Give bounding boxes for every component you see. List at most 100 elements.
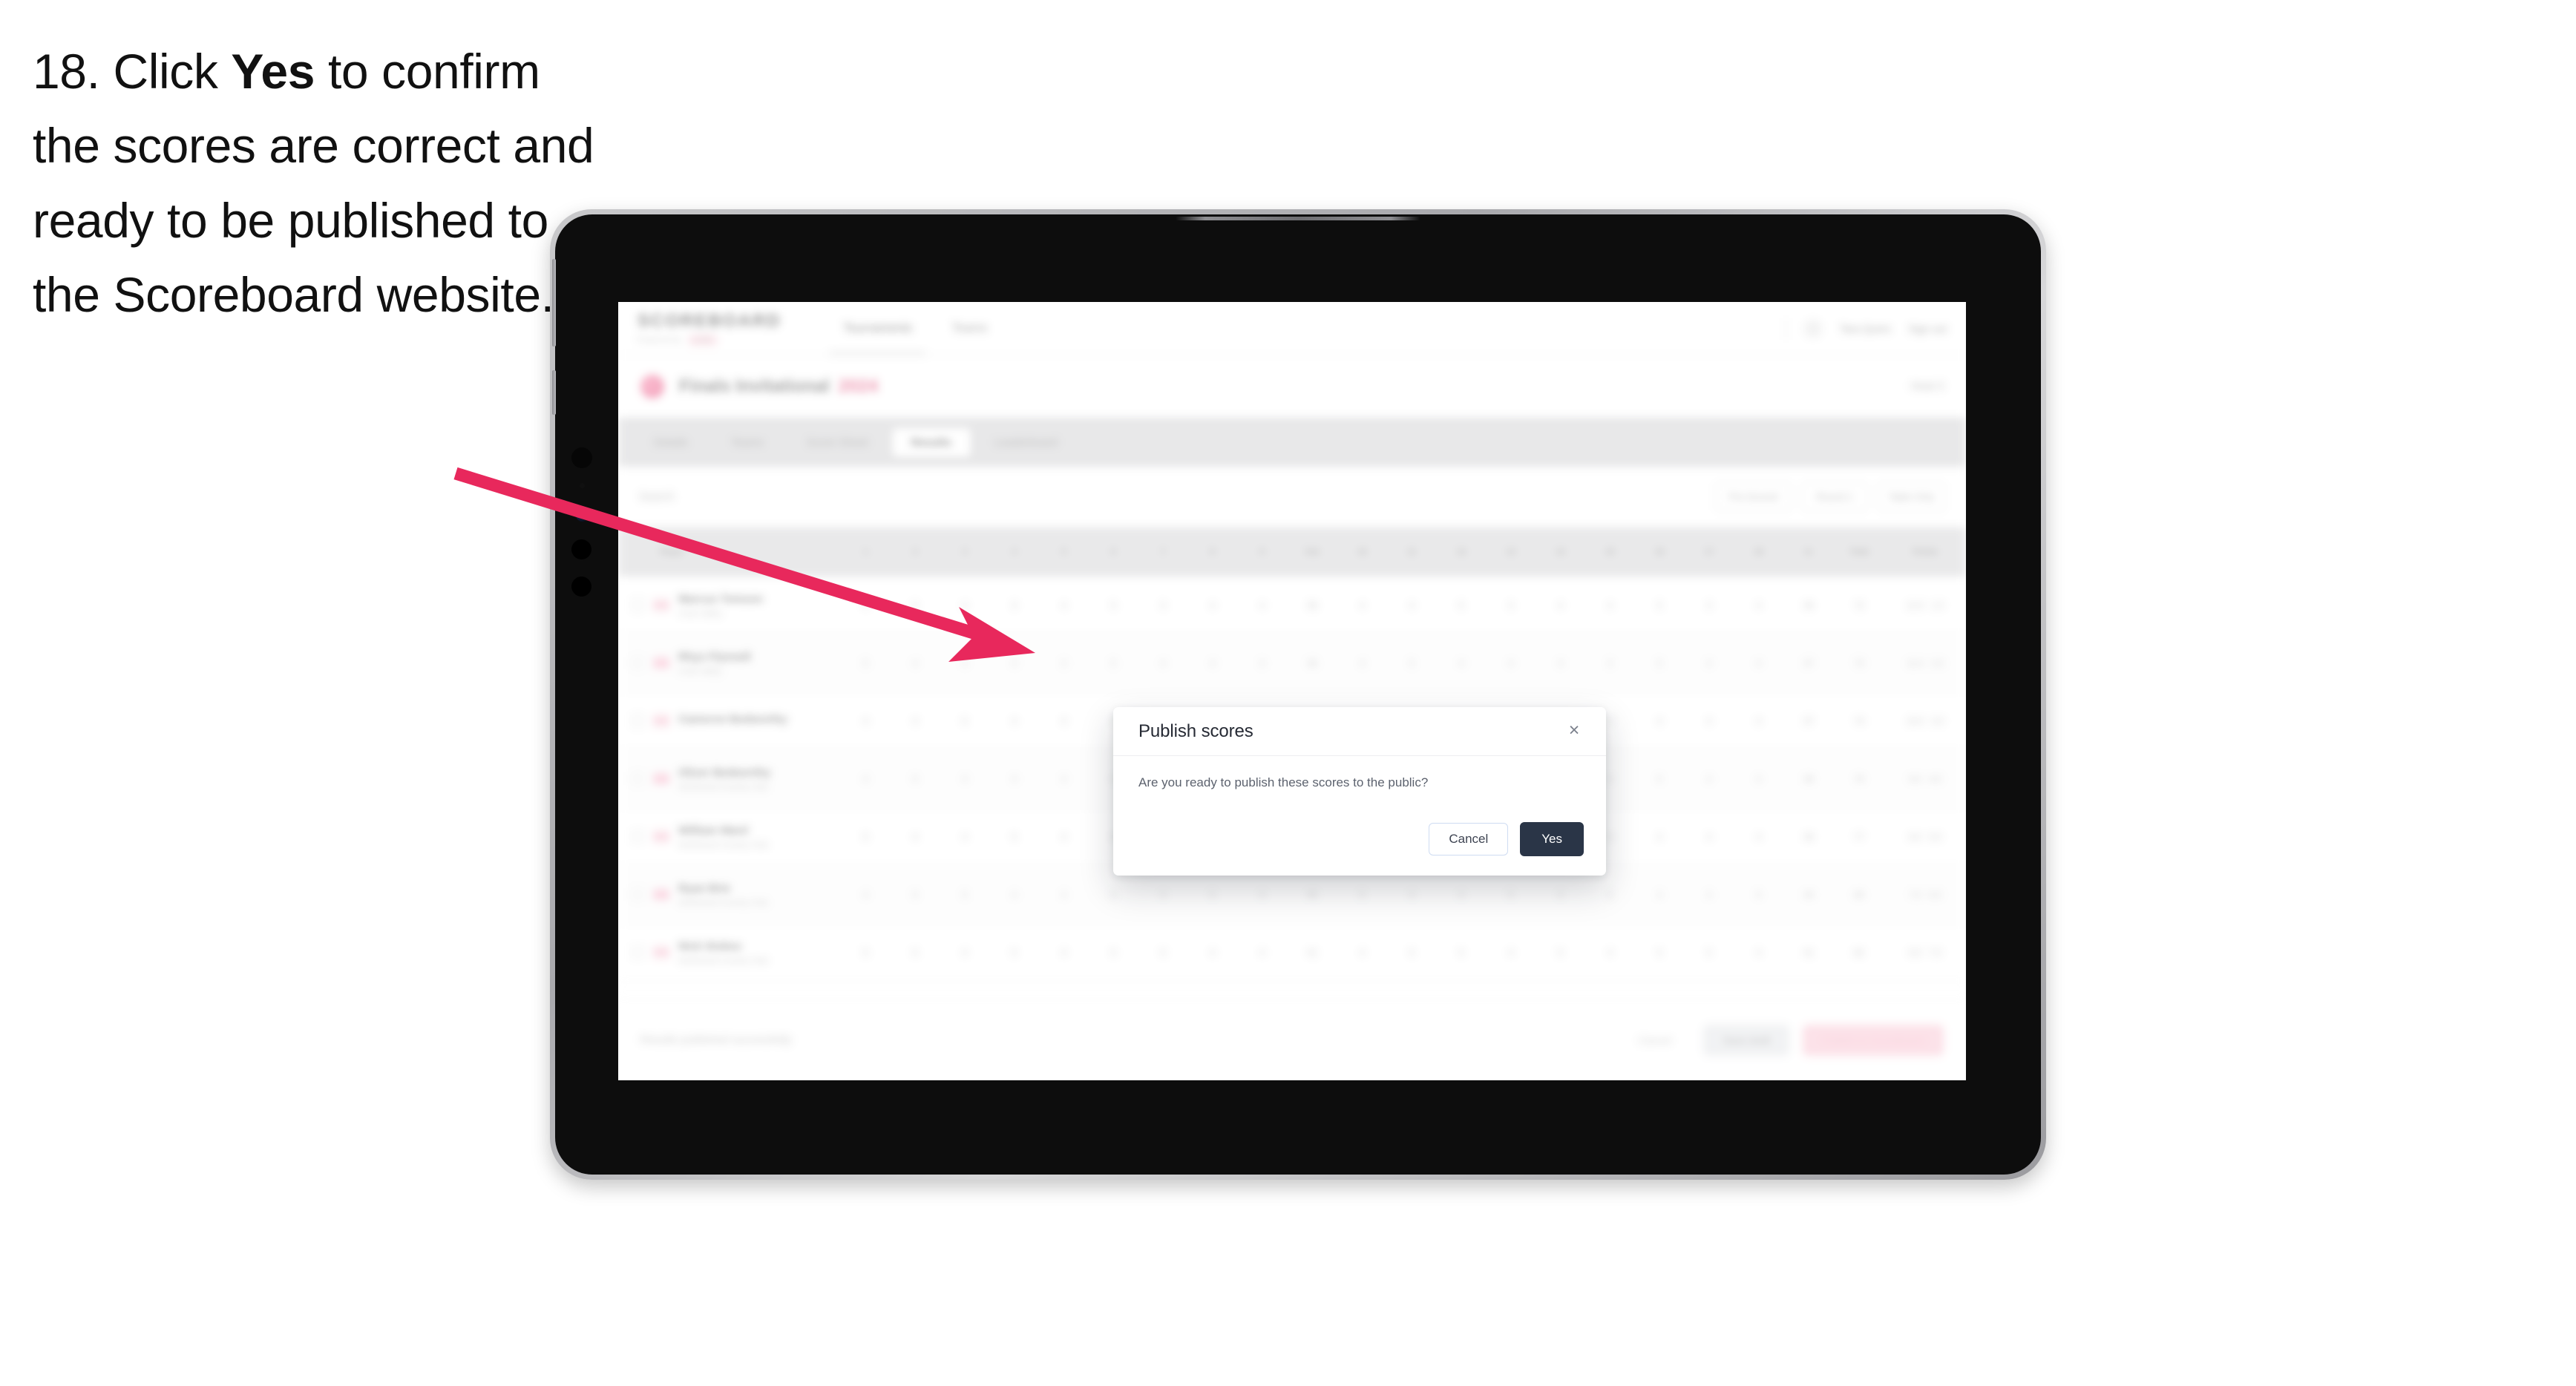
score-cell-h17[interactable]: 4 <box>1685 658 1734 669</box>
row-checkbox[interactable] <box>632 772 644 785</box>
score-cell-h12[interactable]: 4 <box>1437 890 1487 900</box>
score-cell-h10[interactable]: 5 <box>1337 890 1387 900</box>
close-icon[interactable]: × <box>1564 721 1584 740</box>
score-cell-h9[interactable]: 4 <box>1237 600 1287 611</box>
score-cell-h17[interactable]: 4 <box>1685 774 1734 784</box>
score-cell-in[interactable]: 41 <box>1783 947 1834 958</box>
filter-table-only[interactable]: Table Only <box>1877 482 1945 511</box>
points-cell[interactable]: 12.0 1.0 <box>1884 600 1966 611</box>
score-cell-h6[interactable]: 5 <box>1089 658 1138 669</box>
row-checkbox[interactable] <box>632 946 644 959</box>
score-cell-h8[interactable]: 5 <box>1187 890 1237 900</box>
filter-round[interactable]: Round 1 <box>1802 482 1867 511</box>
score-cell-out[interactable]: 36 <box>1287 600 1337 611</box>
score-cell-h4[interactable]: 5 <box>989 832 1039 842</box>
score-cell-h12[interactable]: 4 <box>1437 658 1487 669</box>
score-cell-h7[interactable]: 5 <box>1138 947 1188 958</box>
score-cell-h2[interactable]: 5 <box>891 890 940 900</box>
score-cell-total[interactable]: 77 <box>1834 832 1884 842</box>
score-cell-h16[interactable]: 4 <box>1635 716 1685 726</box>
score-cell-h10[interactable]: 4 <box>1337 600 1387 611</box>
score-cell-total[interactable]: 80 <box>1834 890 1884 900</box>
score-cell-h8[interactable]: 4 <box>1187 658 1237 669</box>
score-cell-h15[interactable]: 3 <box>1585 658 1635 669</box>
row-checkbox[interactable] <box>632 657 644 669</box>
score-cell-h9[interactable]: 3 <box>1237 658 1287 669</box>
score-cell-h17[interactable]: 4 <box>1685 890 1734 900</box>
score-cell-total[interactable]: 73 <box>1834 658 1884 669</box>
footer-save-draft-button[interactable]: Save draft <box>1703 1024 1790 1056</box>
score-cell-h14[interactable]: 4 <box>1536 658 1585 669</box>
score-cell-h3[interactable]: 4 <box>940 832 990 842</box>
filter-pre-scored[interactable]: Pre-Scored <box>1714 482 1792 511</box>
score-cell-total[interactable]: 72 <box>1834 600 1884 611</box>
row-checkbox[interactable] <box>632 888 644 901</box>
score-cell-h17[interactable]: 4 <box>1685 832 1734 842</box>
table-row[interactable]: Nick Stokes Northwood Country Club 5 5 4 5 4 5 5… <box>618 924 1966 982</box>
score-cell-h16[interactable]: 5 <box>1635 947 1685 958</box>
score-cell-h3[interactable]: 4 <box>940 600 990 611</box>
score-cell-h13[interactable]: 5 <box>1486 890 1536 900</box>
score-cell-h7[interactable]: 4 <box>1138 658 1188 669</box>
score-cell-h14[interactable]: 5 <box>1536 947 1585 958</box>
score-cell-h5[interactable]: 3 <box>1039 658 1089 669</box>
score-cell-out[interactable]: 36 <box>1287 658 1337 669</box>
score-cell-h9[interactable]: 4 <box>1237 890 1287 900</box>
score-cell-h15[interactable]: 4 <box>1585 947 1635 958</box>
score-cell-h3[interactable]: 4 <box>940 658 990 669</box>
score-cell-h3[interactable]: 4 <box>940 774 990 784</box>
points-cell[interactable]: 11.0 2.0 <box>1884 658 1966 669</box>
score-cell-h5[interactable]: 4 <box>1039 774 1089 784</box>
footer-cancel-button[interactable]: Cancel <box>1619 1025 1691 1056</box>
score-cell-out[interactable]: 40 <box>1287 890 1337 900</box>
score-cell-h7[interactable]: 3 <box>1138 600 1188 611</box>
score-cell-h15[interactable]: 4 <box>1585 600 1635 611</box>
score-cell-h4[interactable]: 3 <box>989 600 1039 611</box>
score-cell-h13[interactable]: 4 <box>1486 658 1536 669</box>
score-cell-h8[interactable]: 4 <box>1187 947 1237 958</box>
score-cell-h16[interactable]: 4 <box>1635 832 1685 842</box>
tab-teams[interactable]: Teams <box>712 428 783 457</box>
score-cell-h6[interactable]: 5 <box>1089 947 1138 958</box>
score-cell-h1[interactable]: 5 <box>841 832 891 842</box>
score-cell-h3[interactable]: 5 <box>940 890 990 900</box>
table-row[interactable]: Marcus Tomson Crest Valley 4 5 4 3 4 5 3 4 4 36 4 4 5 3… <box>618 577 1966 634</box>
score-cell-in[interactable]: 38 <box>1783 832 1834 842</box>
score-cell-out[interactable]: 41 <box>1287 947 1337 958</box>
score-cell-h16[interactable]: 5 <box>1635 658 1685 669</box>
notification-bell-icon[interactable] <box>1804 319 1823 338</box>
score-cell-h5[interactable]: 4 <box>1039 600 1089 611</box>
score-cell-h11[interactable]: 4 <box>1387 890 1437 900</box>
score-cell-h10[interactable]: 4 <box>1337 658 1387 669</box>
score-cell-h17[interactable]: 3 <box>1685 600 1734 611</box>
points-cell[interactable]: 8.0 5.0 <box>1884 832 1966 842</box>
score-cell-h18[interactable]: 4 <box>1734 832 1783 842</box>
score-cell-h5[interactable]: 4 <box>1039 890 1089 900</box>
score-cell-h15[interactable]: 5 <box>1585 890 1635 900</box>
score-cell-h12[interactable]: 5 <box>1437 600 1487 611</box>
score-cell-h16[interactable]: 4 <box>1635 890 1685 900</box>
score-cell-h18[interactable]: 4 <box>1734 947 1783 958</box>
score-cell-total[interactable]: 76 <box>1834 774 1884 784</box>
score-cell-h1[interactable]: 5 <box>841 947 891 958</box>
tab-details[interactable]: Details <box>635 428 707 457</box>
score-cell-h3[interactable]: 4 <box>940 947 990 958</box>
score-cell-h12[interactable]: 5 <box>1437 947 1487 958</box>
tab-results[interactable]: Results <box>891 427 971 457</box>
table-row[interactable]: Rhys Flynnell Crest Valley 5 4 4 4 3 5 4 4 3 36 4 5 4 4… <box>618 634 1966 692</box>
score-cell-h2[interactable]: 5 <box>891 774 940 784</box>
score-cell-in[interactable]: 36 <box>1783 600 1834 611</box>
tab-score-sheet[interactable]: Score Sheet <box>787 428 888 457</box>
score-cell-h18[interactable]: 4 <box>1734 774 1783 784</box>
score-cell-h4[interactable]: 5 <box>989 947 1039 958</box>
score-cell-h16[interactable]: 5 <box>1635 600 1685 611</box>
score-cell-total[interactable]: 82 <box>1834 947 1884 958</box>
score-cell-h17[interactable]: 4 <box>1685 716 1734 726</box>
score-cell-in[interactable]: 37 <box>1783 716 1834 726</box>
score-cell-h5[interactable]: 4 <box>1039 716 1089 726</box>
score-cell-h13[interactable]: 4 <box>1486 947 1536 958</box>
score-cell-h2[interactable]: 5 <box>891 947 940 958</box>
score-cell-h18[interactable]: 4 <box>1734 600 1783 611</box>
score-cell-h2[interactable]: 5 <box>891 600 940 611</box>
score-cell-h14[interactable]: 4 <box>1536 600 1585 611</box>
